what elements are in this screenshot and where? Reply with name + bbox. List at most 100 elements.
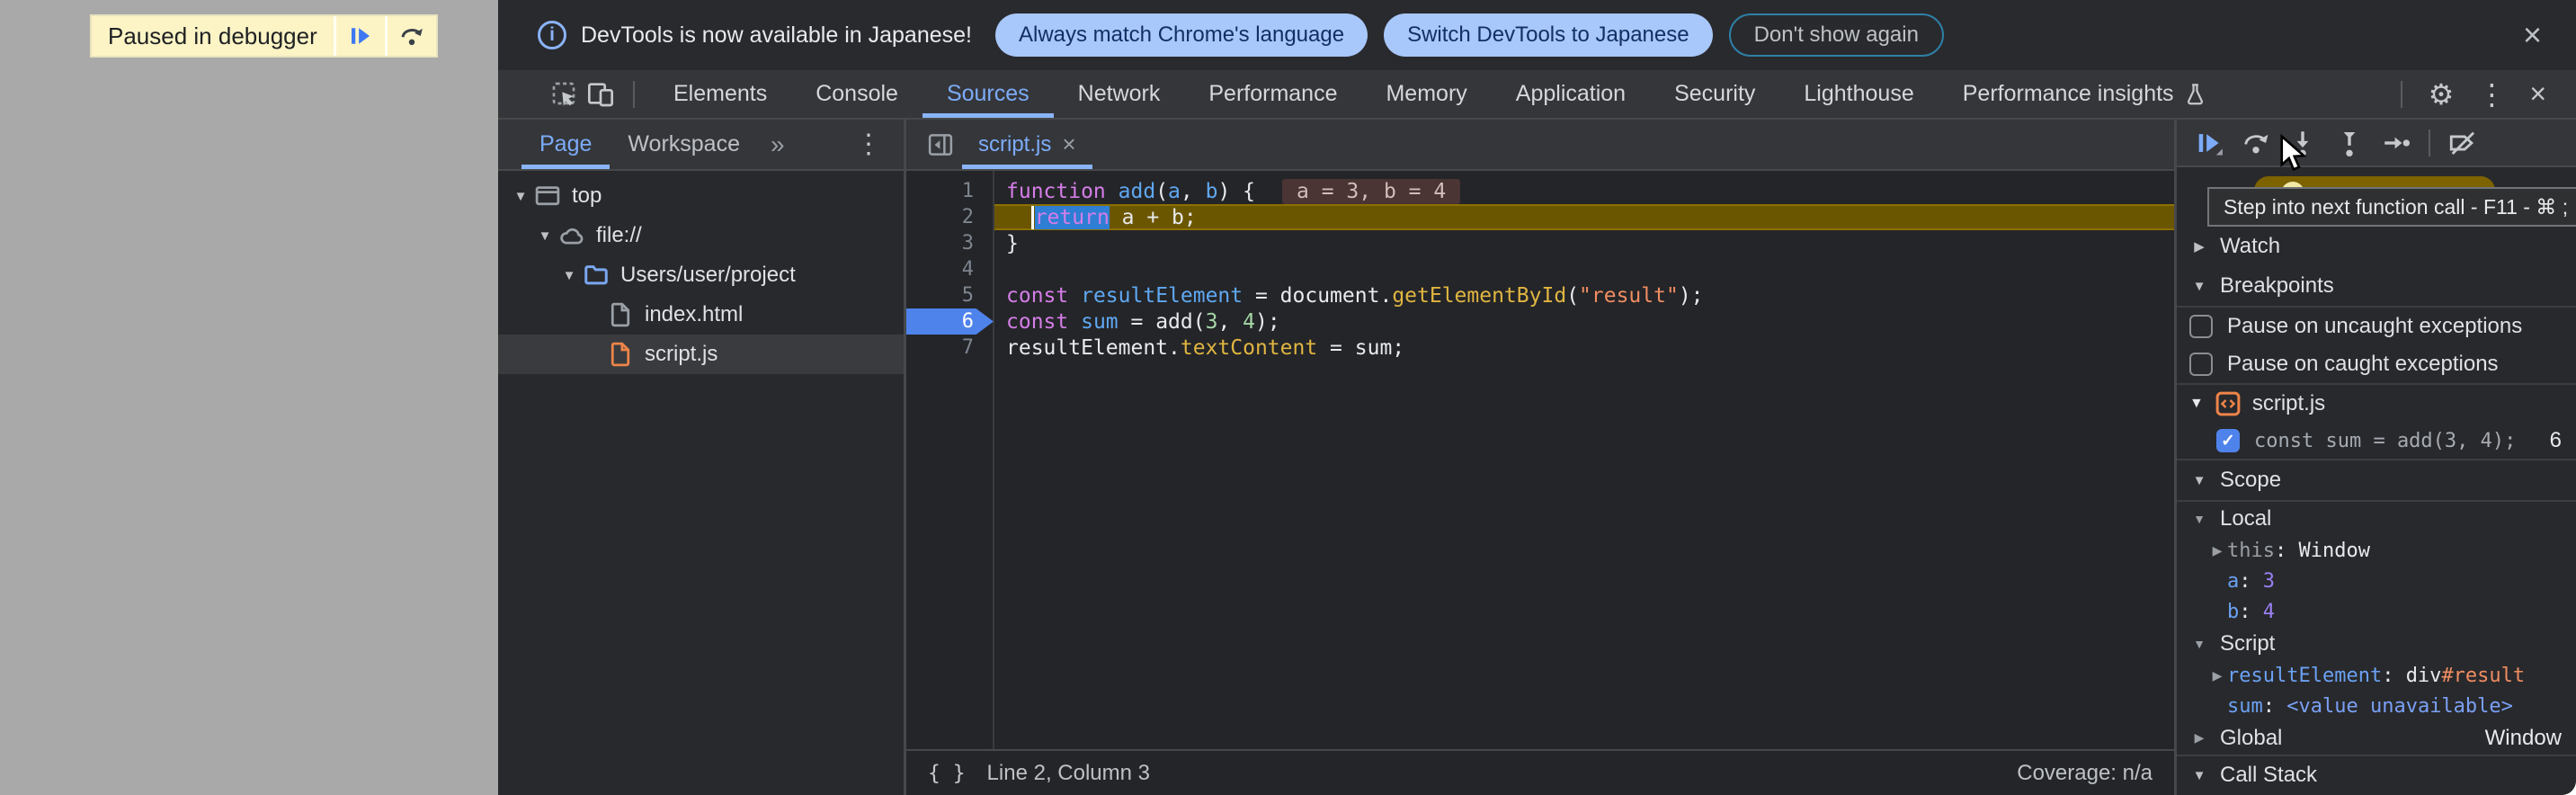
breakpoint-code-snippet[interactable]: const sum = add(3, 4); xyxy=(2254,430,2516,452)
dont-show-again-button[interactable]: Don't show again xyxy=(1729,13,1944,57)
tree-item-file-[interactable]: ▼ file:// xyxy=(498,216,904,255)
checkbox[interactable] xyxy=(2189,315,2213,338)
coverage-status: Coverage: n/a xyxy=(2017,761,2153,786)
scope-variable[interactable]: ▶this: Window xyxy=(2177,535,2576,566)
tab-page[interactable]: Page xyxy=(521,120,610,169)
gutter-line-number-4[interactable]: 4 xyxy=(906,256,994,282)
code-token xyxy=(1068,284,1081,308)
chevron-down-icon[interactable]: ▼ xyxy=(533,228,557,244)
resume-button[interactable] xyxy=(2186,123,2233,163)
scope-tree: ▼Local▶this: Windowa: 3b: 4▼Script▶resul… xyxy=(2177,502,2576,755)
gutter-line-number-2[interactable]: 2 xyxy=(906,204,994,230)
execution-line-text[interactable]: return a + b; xyxy=(994,204,2174,230)
scope-section-header[interactable]: ▼ Scope xyxy=(2177,460,2576,500)
scope-group-local[interactable]: ▼Local xyxy=(2177,502,2576,535)
code-token: b xyxy=(1206,180,1218,203)
code-editor[interactable]: 1function add(a, b) {a = 3, b = 42 retur… xyxy=(906,171,2174,749)
gutter-line-number-1[interactable]: 1 xyxy=(906,178,994,204)
sources-panel: Page Workspace » ⋮ ▼top▼file://▼Users/us… xyxy=(498,120,2576,795)
step-into-tooltip: Step into next function call - F11 - ⌘ ; xyxy=(2207,187,2576,227)
code-line-text[interactable] xyxy=(994,256,2174,282)
code-line-text[interactable]: resultElement.textContent = sum; xyxy=(994,335,2174,361)
editor-tab-close-icon[interactable]: × xyxy=(1062,130,1075,158)
gutter-line-number-5[interactable]: 5 xyxy=(906,282,994,308)
code-line-text[interactable]: } xyxy=(994,230,2174,256)
code-line-text[interactable]: const sum = add(3, 4); xyxy=(994,308,2174,335)
tree-item-users-user-project[interactable]: ▼Users/user/project xyxy=(498,255,904,295)
step-button[interactable] xyxy=(2373,123,2420,163)
code-token: = xyxy=(1243,284,1280,308)
device-toolbar-icon[interactable] xyxy=(583,76,619,112)
close-devtools-icon[interactable]: × xyxy=(2518,77,2558,111)
tab-label: Elements xyxy=(673,81,767,107)
tree-item-script-js[interactable]: script.js xyxy=(498,335,904,374)
tab-network[interactable]: Network xyxy=(1054,70,1185,118)
tree-item-index-html[interactable]: index.html xyxy=(498,295,904,335)
scope-value-segment: : xyxy=(2263,695,2287,718)
infobar-close-icon[interactable]: × xyxy=(2516,16,2549,54)
gutter-line-number-3[interactable]: 3 xyxy=(906,230,994,256)
gutter-line-number-7[interactable]: 7 xyxy=(906,335,994,361)
scope-group-global[interactable]: ▶GlobalWindow xyxy=(2177,721,2576,755)
toggle-debugger-sidebar-icon[interactable] xyxy=(2160,120,2174,169)
chevron-down-icon[interactable]: ▼ xyxy=(509,189,532,204)
tab-overflow-icon[interactable]: » xyxy=(758,120,798,169)
navigator-more-icon[interactable]: ⋮ xyxy=(833,120,904,169)
inspect-element-icon[interactable] xyxy=(547,76,583,112)
more-options-icon[interactable]: ⋮ xyxy=(2465,77,2518,112)
tab-lighthouse[interactable]: Lighthouse xyxy=(1779,70,1938,118)
debugger-sidebar: Step into next function call - F11 - ⌘ ;… xyxy=(2177,120,2576,795)
tree-item-label: file:// xyxy=(596,223,642,248)
scope-variable[interactable]: ▶resultElement: div#result xyxy=(2177,660,2576,691)
tab-label: Application xyxy=(1516,81,1626,107)
breakpoints-section-header[interactable]: ▼ Breakpoints xyxy=(2177,266,2576,306)
editor-status-bar: { } Line 2, Column 3 Coverage: n/a xyxy=(906,749,2174,795)
scope-group-label: Local xyxy=(2220,506,2271,531)
switch-to-japanese-button[interactable]: Switch DevTools to Japanese xyxy=(1384,13,1713,57)
tab-label: Memory xyxy=(1386,81,1466,107)
step-out-button[interactable] xyxy=(2326,123,2373,163)
toggle-pause-on-uncaught-exceptions: Pause on uncaught exceptions xyxy=(2177,308,2576,345)
breakpoint-marker-line-6[interactable]: 6 xyxy=(906,308,994,335)
tab-sources[interactable]: Sources xyxy=(923,70,1054,118)
breakpoint-checkbox[interactable]: ✓ xyxy=(2216,429,2240,452)
code-token: ( xyxy=(1193,310,1206,334)
watch-section-header[interactable]: ▶ Watch xyxy=(2177,227,2576,266)
inline-eval-badge: a = 3, b = 4 xyxy=(1282,179,1460,204)
scope-value-segment: sum xyxy=(2227,695,2263,718)
code-line-text[interactable]: const resultElement = document.getElemen… xyxy=(994,282,2174,308)
tree-item-top[interactable]: ▼top xyxy=(498,176,904,216)
chevron-right-icon[interactable]: ▶ xyxy=(2207,543,2227,558)
tab-performance-insights[interactable]: Performance insights xyxy=(1939,70,2232,118)
hide-navigator-icon[interactable] xyxy=(919,120,962,169)
pretty-print-icon[interactable]: { } xyxy=(928,762,966,785)
toggle-label: Pause on caught exceptions xyxy=(2227,352,2499,377)
code-line-text[interactable]: function add(a, b) {a = 3, b = 4 xyxy=(994,178,2174,204)
scope-group-script[interactable]: ▼Script xyxy=(2177,627,2576,660)
deactivate-breakpoints-button[interactable] xyxy=(2439,123,2486,163)
editor-tab-scriptjs[interactable]: script.js × xyxy=(962,120,1092,169)
step-over-button[interactable] xyxy=(2233,123,2279,163)
call-stack-section-header[interactable]: ▼ Call Stack xyxy=(2177,756,2576,794)
breakpoint-group-script-js[interactable]: ▼script.js xyxy=(2177,385,2576,423)
step-over-overlay-button[interactable] xyxy=(388,16,436,56)
breakpoint-group-label: script.js xyxy=(2252,391,2325,416)
tab-workspace[interactable]: Workspace xyxy=(610,120,758,169)
tab-performance[interactable]: Performance xyxy=(1184,70,1361,118)
chevron-right-icon[interactable]: ▶ xyxy=(2207,668,2227,683)
code-token: = xyxy=(1119,310,1156,334)
tab-memory[interactable]: Memory xyxy=(1361,70,1491,118)
code-token xyxy=(1106,180,1119,203)
tab-elements[interactable]: Elements xyxy=(649,70,791,118)
tab-application[interactable]: Application xyxy=(1492,70,1650,118)
checkbox[interactable] xyxy=(2189,353,2213,376)
tab-console[interactable]: Console xyxy=(791,70,923,118)
tab-label: Console xyxy=(816,81,898,107)
chevron-down-icon[interactable]: ▼ xyxy=(557,268,581,283)
always-match-language-button[interactable]: Always match Chrome's language xyxy=(995,13,1368,57)
breakpoint-line-number: 6 xyxy=(2550,428,2562,453)
settings-gear-icon[interactable]: ⚙ xyxy=(2417,77,2466,112)
tab-security[interactable]: Security xyxy=(1650,70,1779,118)
resume-script-overlay-button[interactable] xyxy=(336,16,385,56)
code-token: ( xyxy=(1566,284,1579,308)
